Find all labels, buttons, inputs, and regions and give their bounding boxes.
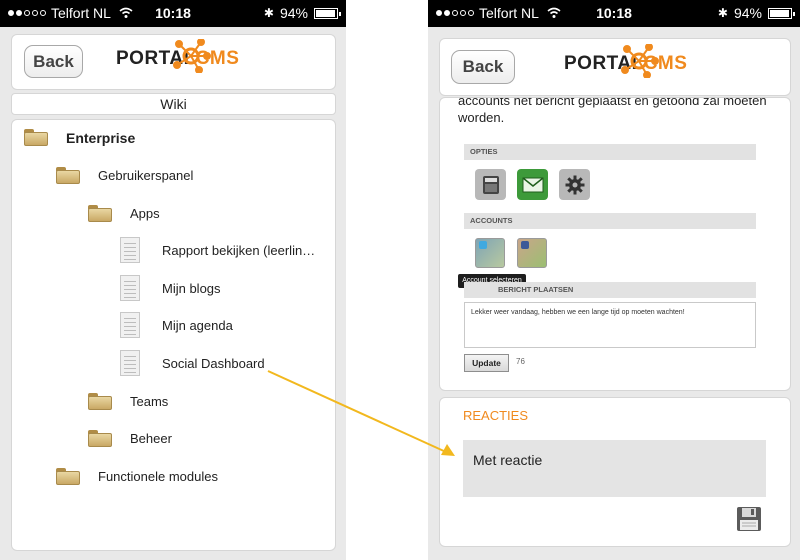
bluetooth-icon: ✱	[717, 6, 728, 20]
battery-icon	[768, 7, 795, 19]
intro-text: accounts het bericht geplaatst en getoon…	[458, 97, 767, 125]
status-bar: Telfort NL 10:18 ✱ 94%	[428, 0, 800, 27]
wiki-tree: Enterprise Gebruikerspanel Apps Rapport …	[11, 119, 336, 551]
back-button[interactable]: Back	[24, 45, 83, 78]
facebook-icon	[521, 241, 529, 249]
twitter-icon	[479, 241, 487, 249]
folder-icon	[88, 430, 112, 447]
logo-molecule-icon	[173, 39, 211, 73]
tree-item-apps[interactable]: Apps	[88, 205, 160, 222]
character-count: 76	[516, 357, 525, 366]
document-icon	[120, 350, 140, 376]
wiki-title-bar: Wiki	[11, 93, 336, 115]
bluetooth-icon: ✱	[263, 6, 274, 20]
social-dashboard-panel: accounts het bericht geplaatst en getoon…	[439, 97, 791, 391]
tree-item-social-dashboard[interactable]: Social Dashboard	[120, 350, 265, 376]
reacties-panel: REACTIES Met reactie	[439, 397, 791, 547]
document-icon	[120, 237, 140, 263]
folder-icon	[56, 167, 80, 184]
opties-header: OPTIES	[464, 144, 756, 160]
tree-item-functionele-modules[interactable]: Functionele modules	[56, 468, 218, 485]
document-icon	[120, 312, 140, 338]
tree-item-gebruikerspanel[interactable]: Gebruikerspanel	[56, 167, 193, 184]
tree-item-rapport-bekijken[interactable]: Rapport bekijken (leerlin…	[120, 237, 315, 263]
folder-icon	[56, 468, 80, 485]
accounts-header: ACCOUNTS	[464, 213, 756, 229]
back-button[interactable]: Back	[451, 50, 515, 84]
facebook-account-button[interactable]	[517, 238, 547, 268]
tree-item-beheer[interactable]: Beheer	[88, 430, 172, 447]
calculator-icon	[482, 175, 499, 194]
battery-icon	[314, 7, 341, 19]
document-icon	[120, 275, 140, 301]
folder-icon	[88, 393, 112, 410]
mail-button[interactable]	[517, 169, 548, 200]
gear-icon	[565, 175, 584, 194]
app-header: Back PORTAL CMS	[11, 34, 336, 90]
phone-screen-right: Telfort NL 10:18 ✱ 94% Back PORTAL CMS ac…	[428, 0, 800, 560]
folder-icon	[88, 205, 112, 222]
phone-screen-left: Telfort NL 10:18 ✱ 94% Back PORTAL CMS Wi…	[0, 0, 346, 560]
tree-item-mijn-agenda[interactable]: Mijn agenda	[120, 312, 233, 338]
portalcms-logo: PORTAL CMS	[116, 39, 239, 73]
tree-item-mijn-blogs[interactable]: Mijn blogs	[120, 275, 221, 301]
bericht-header: BERICHT PLAATSEN	[464, 282, 756, 298]
logo-molecule-icon	[621, 44, 659, 78]
portalcms-logo: PORTAL CMS	[564, 44, 687, 78]
tree-item-teams[interactable]: Teams	[88, 393, 168, 410]
update-button[interactable]: Update	[464, 354, 509, 372]
app-header: Back PORTAL CMS	[439, 38, 791, 96]
reactie-input[interactable]: Met reactie	[463, 440, 766, 497]
calculator-button[interactable]	[475, 169, 506, 200]
battery-percent: 94%	[279, 5, 308, 21]
tree-item-enterprise[interactable]: Enterprise	[24, 129, 135, 146]
settings-button[interactable]	[559, 169, 590, 200]
message-textarea[interactable]: Lekker weer vandaag, hebben we een lange…	[464, 302, 756, 348]
status-bar: Telfort NL 10:18 ✱ 94%	[0, 0, 346, 27]
battery-percent: 94%	[733, 5, 762, 21]
twitter-account-button[interactable]	[475, 238, 505, 268]
save-icon[interactable]	[736, 506, 762, 532]
folder-icon	[24, 129, 48, 146]
mail-icon	[522, 176, 543, 192]
reacties-title: REACTIES	[463, 408, 529, 423]
